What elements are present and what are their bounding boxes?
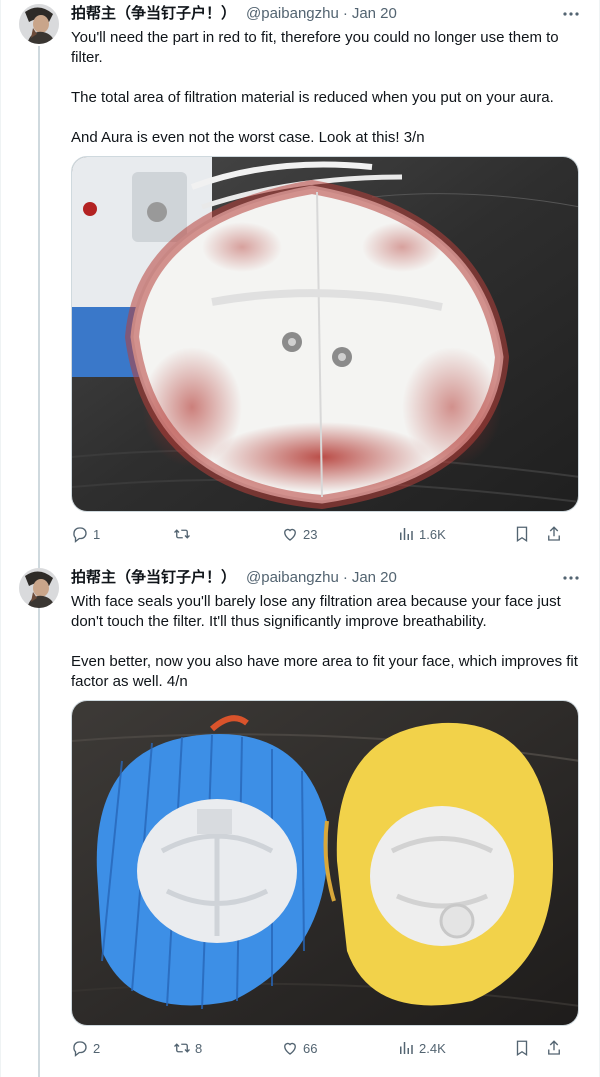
share-button[interactable] <box>545 1037 565 1059</box>
tweet-actions: 2 8 66 2.4K <box>71 1037 581 1059</box>
bookmark-icon <box>516 526 528 543</box>
heart-icon <box>284 1042 296 1055</box>
bookmark-icon <box>516 1040 528 1057</box>
more-dots-icon[interactable] <box>561 568 581 588</box>
author-name[interactable]: 拍帮主（争当钉子户！） <box>71 564 236 592</box>
retweet-count: 8 <box>195 1040 203 1056</box>
views-icon <box>400 1042 413 1054</box>
reply-count: 2 <box>93 1040 101 1056</box>
tweet-header: 拍帮主（争当钉子户！） @paibangzhu · Jan 20 <box>71 0 581 28</box>
reply-icon <box>73 1041 87 1057</box>
bookmark-button[interactable] <box>513 523 545 545</box>
reply-button[interactable]: 1 <box>71 523 173 545</box>
tweet-text: You'll need the part in red to fit, ther… <box>71 29 559 146</box>
tweet-actions: 1 23 1.6K <box>71 523 581 545</box>
tweet-header: 拍帮主（争当钉子户！） @paibangzhu · Jan 20 <box>71 564 581 592</box>
like-count: 23 <box>303 526 318 542</box>
retweet-icon <box>174 1043 190 1053</box>
author-handle[interactable]: @paibangzhu <box>246 564 339 592</box>
like-button[interactable]: 66 <box>281 1037 397 1059</box>
views-button[interactable]: 2.4K <box>397 1037 513 1059</box>
tweet-content: 拍帮主（争当钉子户！） @paibangzhu · Jan 20 With fa… <box>71 564 581 692</box>
tweet-text: With face seals you'll barely lose any f… <box>71 593 578 690</box>
tweet-image-respirator[interactable] <box>71 156 579 512</box>
reply-icon <box>73 527 87 543</box>
thread-connector-line <box>38 46 40 1077</box>
tweet-date[interactable]: Jan 20 <box>352 564 397 592</box>
tweet-content: 拍帮主（争当钉子户！） @paibangzhu · Jan 20 You'll … <box>71 0 581 148</box>
reply-count: 1 <box>93 526 101 542</box>
retweet-button[interactable] <box>173 523 281 545</box>
views-button[interactable]: 1.6K <box>397 523 513 545</box>
avatar[interactable] <box>19 4 59 44</box>
bookmark-button[interactable] <box>513 1037 545 1059</box>
avatar[interactable] <box>19 568 59 608</box>
more-dots-icon[interactable] <box>561 4 581 24</box>
share-button[interactable] <box>545 523 565 545</box>
view-count: 2.4K <box>419 1040 446 1056</box>
view-count: 1.6K <box>419 526 446 542</box>
tweet-thread: 拍帮主（争当钉子户！） @paibangzhu · Jan 20 You'll … <box>0 0 600 1077</box>
share-icon <box>548 1040 560 1055</box>
tweet-date[interactable]: Jan 20 <box>352 0 397 28</box>
separator-dot: · <box>342 569 348 586</box>
author-name[interactable]: 拍帮主（争当钉子户！） <box>71 0 236 28</box>
like-count: 66 <box>303 1040 318 1056</box>
heart-icon <box>284 528 296 541</box>
like-button[interactable]: 23 <box>281 523 397 545</box>
reply-button[interactable]: 2 <box>71 1037 173 1059</box>
author-handle[interactable]: @paibangzhu <box>246 0 339 28</box>
retweet-icon <box>174 529 190 539</box>
views-icon <box>400 528 413 540</box>
tweet-image-face-seals[interactable] <box>71 700 579 1026</box>
share-icon <box>548 526 560 541</box>
separator-dot: · <box>342 5 348 22</box>
retweet-button[interactable]: 8 <box>173 1037 281 1059</box>
